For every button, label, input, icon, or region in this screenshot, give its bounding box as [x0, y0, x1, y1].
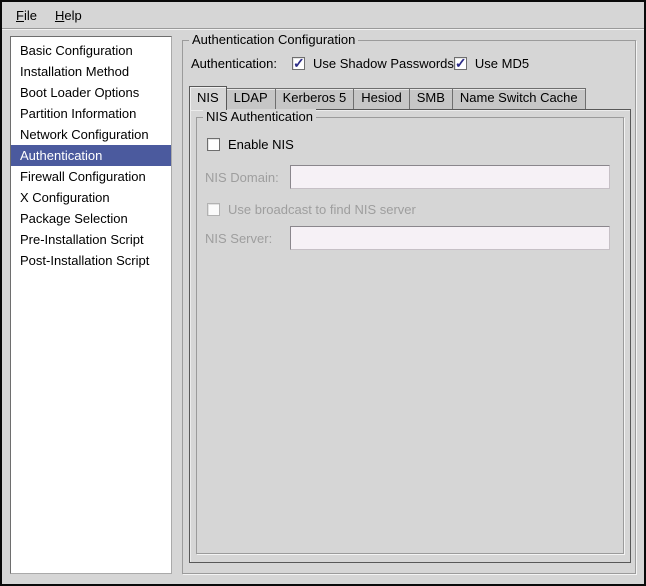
use-shadow-passwords-option: Use Shadow Passwords [292, 56, 454, 71]
auth-methods-notebook: NIS LDAP Kerberos 5 Hesiod SMB Name Swit… [189, 85, 631, 563]
sidebar-item-x-configuration[interactable]: X Configuration [11, 187, 171, 208]
authentication-label: Authentication: [191, 56, 277, 71]
use-md5-checkbox[interactable] [454, 57, 467, 70]
use-shadow-passwords-checkbox[interactable] [292, 57, 305, 70]
use-shadow-passwords-label: Use Shadow Passwords [313, 56, 454, 71]
tab-nis[interactable]: NIS [189, 86, 227, 110]
use-broadcast-label: Use broadcast to find NIS server [228, 202, 416, 217]
use-md5-label: Use MD5 [475, 56, 529, 71]
sidebar-item-installation-method[interactable]: Installation Method [11, 61, 171, 82]
use-md5-option: Use MD5 [454, 56, 529, 71]
nis-domain-label: NIS Domain: [205, 170, 290, 185]
sidebar-item-partition-information[interactable]: Partition Information [11, 103, 171, 124]
enable-nis-row: Enable NIS [207, 137, 294, 152]
menu-help[interactable]: Help [46, 5, 91, 26]
frame-title: Authentication Configuration [189, 32, 358, 47]
menu-file[interactable]: File [7, 5, 46, 26]
nis-tab-page: NIS Authentication Enable NIS NIS Domain… [189, 109, 631, 563]
sidebar-item-boot-loader-options[interactable]: Boot Loader Options [11, 82, 171, 103]
sidebar-item-basic-configuration[interactable]: Basic Configuration [11, 40, 171, 61]
kickstart-configurator-window: File Help Basic Configuration Installati… [0, 0, 646, 586]
menu-help-label: Help [55, 8, 82, 23]
authentication-configuration-frame: Authentication Configuration Authenticat… [182, 40, 636, 574]
authentication-options-row: Authentication: Use Shadow Passwords Use… [191, 54, 629, 72]
sidebar-item-post-installation-script[interactable]: Post-Installation Script [11, 250, 171, 271]
tab-ldap[interactable]: LDAP [226, 88, 276, 109]
nis-frame-title: NIS Authentication [203, 109, 316, 124]
sidebar-item-package-selection[interactable]: Package Selection [11, 208, 171, 229]
menubar: File Help [2, 2, 644, 29]
use-broadcast-checkbox[interactable] [207, 203, 220, 216]
nis-domain-row: NIS Domain: [205, 165, 610, 189]
nis-authentication-frame: NIS Authentication Enable NIS NIS Domain… [196, 117, 624, 554]
nis-server-label: NIS Server: [205, 231, 290, 246]
sidebar-item-pre-installation-script[interactable]: Pre-Installation Script [11, 229, 171, 250]
nis-domain-input[interactable] [290, 165, 610, 189]
tab-hesiod[interactable]: Hesiod [353, 88, 409, 109]
menu-file-label: File [16, 8, 37, 23]
tab-smb[interactable]: SMB [409, 88, 453, 109]
sidebar-item-authentication[interactable]: Authentication [11, 145, 171, 166]
tab-bar: NIS LDAP Kerberos 5 Hesiod SMB Name Swit… [189, 85, 631, 109]
enable-nis-checkbox[interactable] [207, 138, 220, 151]
sidebar-item-network-configuration[interactable]: Network Configuration [11, 124, 171, 145]
sidebar-item-firewall-configuration[interactable]: Firewall Configuration [11, 166, 171, 187]
tab-kerberos-5[interactable]: Kerberos 5 [275, 88, 355, 109]
nis-server-input[interactable] [290, 226, 610, 250]
tab-name-switch-cache[interactable]: Name Switch Cache [452, 88, 586, 109]
use-broadcast-row: Use broadcast to find NIS server [207, 202, 416, 217]
enable-nis-label: Enable NIS [228, 137, 294, 152]
sidebar-section-list: Basic Configuration Installation Method … [10, 36, 172, 574]
nis-server-row: NIS Server: [205, 226, 610, 250]
